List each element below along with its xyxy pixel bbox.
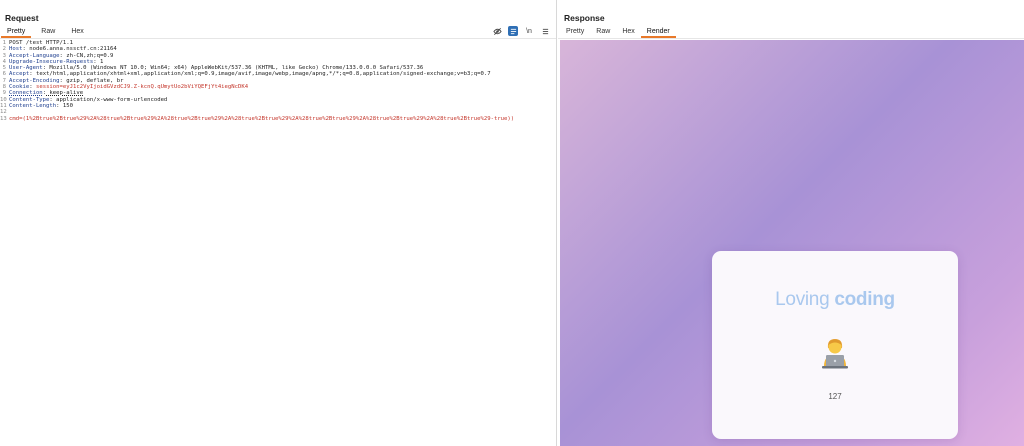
wrap-lines-icon[interactable]	[508, 26, 518, 36]
menu-icon[interactable]	[540, 26, 550, 36]
request-toolbar: \n	[492, 26, 550, 36]
request-tab-pretty[interactable]: Pretty	[1, 26, 32, 38]
technologist-emoji-icon	[820, 336, 850, 370]
response-tab-hex[interactable]: Hex	[616, 26, 640, 38]
newline-icon[interactable]: \n	[524, 26, 534, 36]
request-tabs: Pretty Raw Hex	[1, 26, 94, 38]
response-tab-pretty[interactable]: Pretty	[560, 26, 590, 38]
response-tab-divider	[558, 38, 1024, 39]
request-tab-divider	[0, 38, 556, 39]
response-tab-render[interactable]: Render	[640, 26, 676, 38]
response-tabs: Pretty Raw Hex Render	[560, 26, 676, 38]
response-panel: Response Pretty Raw Hex Render Loving co…	[558, 0, 1024, 446]
counter-value: 127	[828, 392, 842, 401]
card-heading: Loving coding	[775, 289, 895, 310]
request-tab-raw[interactable]: Raw	[35, 26, 61, 38]
request-panel: Request Pretty Raw Hex \n 1 POST /test HT…	[0, 0, 557, 446]
eye-off-icon[interactable]	[492, 26, 502, 36]
render-view: Loving coding 127	[560, 40, 1024, 446]
response-tab-raw[interactable]: Raw	[590, 26, 616, 38]
request-tab-hex[interactable]: Hex	[65, 26, 89, 38]
content-card: Loving coding 127	[712, 251, 958, 439]
response-title: Response	[564, 13, 605, 23]
request-editor[interactable]: 1 POST /test HTTP/1.1 2 Host: node6.anna.n…	[0, 40, 556, 446]
code-line: 13 cmd=(1%2Btrue%2Btrue%29%2A%28true%2Btr…	[0, 115, 515, 122]
request-title: Request	[5, 13, 39, 23]
